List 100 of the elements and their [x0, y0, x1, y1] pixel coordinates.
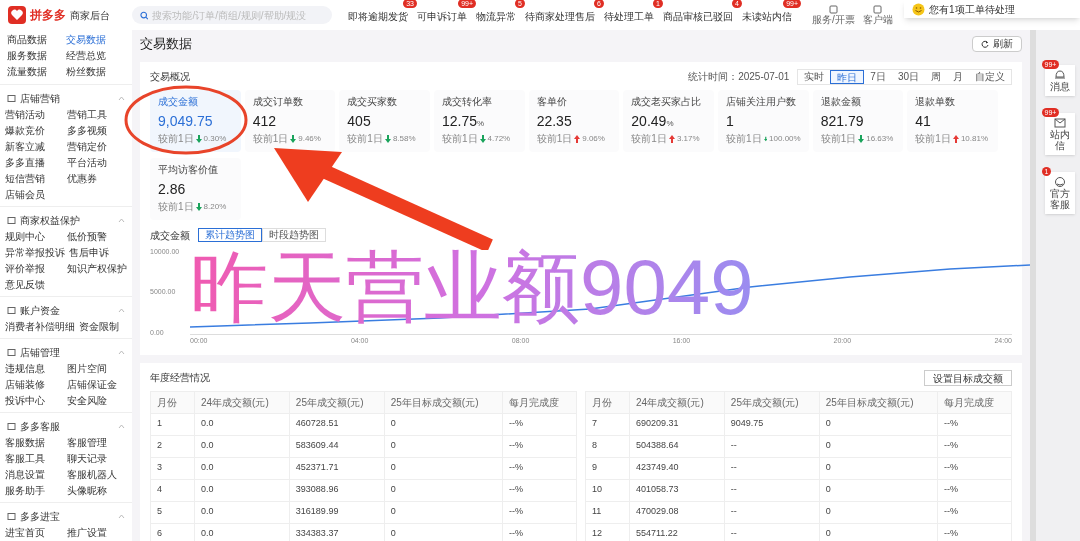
metric-card[interactable]: 成交金额 9,049.75 较前1日 0.30%	[150, 89, 241, 152]
sidebar-item[interactable]: 粉丝数据	[66, 64, 125, 80]
range-tab[interactable]: 昨日	[830, 69, 865, 84]
sidebar-item[interactable]: 客服数据	[5, 435, 63, 451]
brand-subtitle: 商家后台	[70, 8, 110, 23]
refresh-icon	[981, 39, 989, 48]
range-tab[interactable]: 7日	[864, 69, 892, 84]
sidebar-item[interactable]: 交易数据	[66, 32, 125, 48]
sidebar-item[interactable]: 新客立减	[5, 139, 63, 155]
range-tab[interactable]: 周	[925, 69, 947, 84]
sidebar-item[interactable]: 客服机器人	[67, 467, 117, 483]
change-percent: 0.30%	[203, 132, 227, 145]
column-header: 25年成交额(元)	[724, 391, 820, 413]
sidebar-item[interactable]: 店铺会员	[5, 187, 63, 203]
metric-card[interactable]: 成交买家数 405 较前1日 8.58%	[339, 89, 430, 152]
column-header: 24年成交额(元)	[194, 391, 290, 413]
sidebar-item[interactable]: 消息设置	[5, 467, 63, 483]
sidebar-item[interactable]: 售后申诉	[69, 245, 109, 261]
table-cell: 0	[384, 413, 503, 435]
sidebar-item[interactable]: 营销活动	[5, 107, 63, 123]
sidebar-item[interactable]: 优惠券	[67, 171, 97, 187]
sidebar-item[interactable]: 规则中心	[5, 229, 63, 245]
sidebar-item[interactable]: 服务助手	[5, 483, 63, 499]
chart-tab[interactable]: 时段趋势图	[262, 228, 326, 242]
nav-link[interactable]: 可申诉订单	[417, 11, 467, 22]
toolbar-button[interactable]: 客户端	[862, 5, 893, 25]
chart-label: 成交金额	[150, 228, 190, 243]
sidebar-item[interactable]: 聊天记录	[67, 451, 107, 467]
sidebar-item[interactable]: 经营总览	[66, 48, 125, 64]
table-cell: 554711.22	[629, 523, 725, 541]
sidebar-item[interactable]: 短信营销	[5, 171, 63, 187]
metric-card[interactable]: 成交老买家占比 20.49% 较前1日 3.17%	[623, 89, 714, 152]
sidebar-item[interactable]: 违规信息	[5, 361, 63, 377]
section-icon	[7, 347, 16, 357]
sidebar-item[interactable]: 客服工具	[5, 451, 63, 467]
nav-link[interactable]: 待商家处理售后	[525, 11, 595, 22]
sidebar-item[interactable]: 多多直播	[5, 155, 63, 171]
metric-card[interactable]: 成交转化率 12.75% 较前1日 4.72%	[434, 89, 525, 152]
metric-card[interactable]: 客单价 22.35 较前1日 9.06%	[528, 89, 620, 152]
table-cell: 460728.51	[289, 413, 385, 435]
table-cell: 0	[384, 435, 503, 457]
table-cell: --%	[502, 457, 577, 479]
sidebar-item[interactable]: 知识产权保护	[67, 261, 127, 277]
sidebar-item[interactable]: 店铺装修	[5, 377, 63, 393]
sidebar-item[interactable]: 客服管理	[67, 435, 107, 451]
sidebar-item[interactable]: 店铺保证金	[67, 377, 117, 393]
column-header: 25年目标成交额(元)	[819, 391, 938, 413]
change-percent: 3.17%	[676, 132, 700, 145]
range-tab[interactable]: 自定义	[969, 69, 1011, 84]
chevron-up-icon	[118, 95, 125, 101]
table-cell: 470029.08	[629, 501, 725, 523]
metric-card[interactable]: 退款金额 821.79 较前1日 16.63%	[812, 89, 904, 152]
table-cell: 0	[384, 501, 503, 523]
nav-link[interactable]: 待处理工单	[604, 11, 654, 22]
sidebar-item[interactable]: 意见反馈	[5, 277, 63, 293]
sidebar-item[interactable]: 消费者补偿明细	[5, 319, 75, 335]
metric-label: 成交买家数	[347, 95, 399, 108]
section-header: 商家权益保护	[20, 213, 80, 228]
nav-link[interactable]: 物流异常	[476, 11, 516, 22]
sidebar-item[interactable]: 流量数据	[7, 64, 66, 80]
sidebar-item[interactable]: 服务数据	[7, 48, 66, 64]
refresh-button[interactable]: 刷新	[972, 35, 1022, 52]
table-cell: 583609.44	[289, 435, 385, 457]
sidebar-item[interactable]: 平台活动	[67, 155, 107, 171]
table-cell: --%	[502, 501, 577, 523]
sidebar-item[interactable]: 图片空间	[67, 361, 107, 377]
notification-popup[interactable]: 您有1项工单待处理	[904, 0, 1080, 18]
metric-unit: %	[477, 118, 485, 130]
toolbar-button[interactable]: 服务/开票	[812, 5, 855, 25]
sidebar-item[interactable]: 营销工具	[67, 107, 107, 123]
table-cell: --%	[502, 479, 577, 501]
metric-card[interactable]: 成交订单数 412 较前1日 9.46%	[244, 89, 336, 152]
table-cell: --%	[937, 435, 1012, 457]
sidebar-item[interactable]: 推广设置	[67, 525, 107, 541]
range-tab[interactable]: 月	[947, 69, 969, 84]
sidebar-item[interactable]: 营销定价	[67, 139, 107, 155]
sidebar-item[interactable]: 投诉中心	[5, 393, 63, 409]
range-tab[interactable]: 30日	[891, 69, 925, 84]
sidebar-item[interactable]: 多多视频	[67, 123, 107, 139]
column-header: 月份	[585, 391, 630, 413]
metric-card[interactable]: 退款单数 41 较前1日 10.81%	[907, 89, 998, 152]
metric-card[interactable]: 店铺关注用户数 1 较前1日 100.00%	[718, 89, 809, 152]
sidebar-item[interactable]: 安全风险	[67, 393, 107, 409]
nav-link[interactable]: 商品审核已驳回	[663, 11, 733, 22]
nav-link[interactable]: 未读站内信	[742, 11, 792, 22]
sidebar-item[interactable]: 异常举报投诉	[5, 245, 65, 261]
range-tab[interactable]: 实时	[798, 69, 831, 84]
chart-tab[interactable]: 累计趋势图	[198, 228, 262, 242]
nav-link[interactable]: 即将逾期发货	[348, 11, 408, 22]
sidebar-item[interactable]: 低价预警	[67, 229, 107, 245]
sidebar-item[interactable]: 商品数据	[7, 32, 66, 48]
set-target-button[interactable]: 设置目标成交额	[924, 369, 1012, 386]
sidebar-item[interactable]: 资金限制	[79, 319, 119, 335]
metric-card[interactable]: 平均访客价值 2.86 较前1日 8.20%	[150, 157, 241, 220]
sidebar-item[interactable]: 头像昵称	[67, 483, 107, 499]
sidebar-item[interactable]: 爆款竞价	[5, 123, 63, 139]
change-percent: 8.20%	[203, 200, 227, 213]
table-cell: 5	[150, 501, 195, 523]
sidebar-item[interactable]: 评价举报	[5, 261, 63, 277]
sidebar-item[interactable]: 进宝首页	[5, 525, 63, 541]
